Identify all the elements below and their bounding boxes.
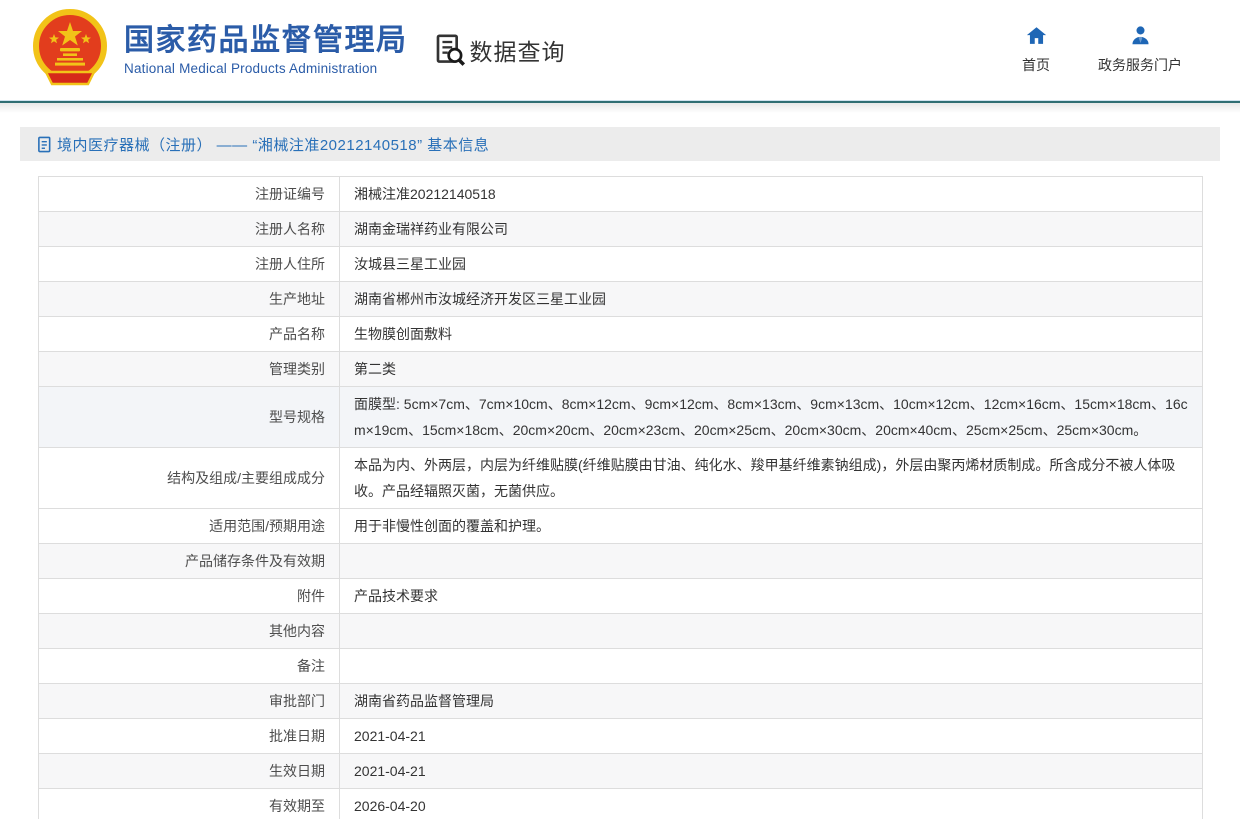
table-row: 生产地址 湖南省郴州市汝城经济开发区三星工业园 (38, 281, 1203, 317)
table-row: 产品储存条件及有效期 (38, 543, 1203, 579)
table-row: 附件 产品技术要求 (38, 578, 1203, 614)
field-label: 注册人名称 (38, 211, 340, 247)
field-value: 湖南省郴州市汝城经济开发区三星工业园 (339, 281, 1203, 317)
field-label: 其他内容 (38, 613, 340, 649)
site-title-block: 国家药品监督管理局 National Medical Products Admi… (124, 24, 408, 77)
table-row: 型号规格 面膜型: 5cm×7cm、7cm×10cm、8cm×12cm、9cm×1… (38, 386, 1203, 448)
field-value: 湖南金瑞祥药业有限公司 (339, 211, 1203, 247)
nav-service-portal-label: 政务服务门户 (1098, 57, 1182, 73)
table-row: 管理类别 第二类 (38, 351, 1203, 387)
document-search-icon (436, 34, 465, 66)
data-query-section[interactable]: 数据查询 (434, 33, 566, 67)
field-label: 结构及组成/主要组成成分 (38, 447, 340, 509)
table-row: 审批部门 湖南省药品监督管理局 (38, 683, 1203, 719)
field-label: 产品储存条件及有效期 (38, 543, 340, 579)
field-value: 2021-04-21 (339, 753, 1203, 789)
field-value: 湘械注准20212140518 (339, 176, 1203, 212)
field-value: 2026-04-20 (339, 788, 1203, 819)
site-header: 国家药品监督管理局 National Medical Products Admi… (0, 0, 1240, 100)
field-label: 备注 (38, 648, 340, 684)
table-row: 有效期至 2026-04-20 (38, 788, 1203, 819)
table-row: 适用范围/预期用途 用于非慢性创面的覆盖和护理。 (38, 508, 1203, 544)
nav-item-service-portal[interactable]: 政务服务门户 (1098, 25, 1182, 75)
field-value: 汝城县三星工业园 (339, 246, 1203, 282)
field-label: 管理类别 (38, 351, 340, 387)
nav-item-home[interactable]: 首页 (1022, 25, 1050, 75)
data-query-label: 数据查询 (469, 39, 566, 65)
table-row: 其他内容 (38, 613, 1203, 649)
table-row: 注册人住所 汝城县三星工业园 (38, 246, 1203, 282)
field-value: 本品为内、外两层，内层为纤维贴膜(纤维贴膜由甘油、纯化水、羧甲基纤维素钠组成)，… (339, 447, 1203, 509)
field-label: 适用范围/预期用途 (38, 508, 340, 544)
table-row: 备注 (38, 648, 1203, 684)
document-icon (38, 136, 51, 152)
field-label: 审批部门 (38, 683, 340, 719)
table-row: 注册人名称 湖南金瑞祥药业有限公司 (38, 211, 1203, 247)
field-value (339, 543, 1203, 579)
field-value: 湖南省药品监督管理局 (339, 683, 1203, 719)
field-label: 有效期至 (38, 788, 340, 819)
registration-info: 注册证编号 湘械注准20212140518 注册人名称 湖南金瑞祥药业有限公司 注册人住… (38, 176, 1203, 819)
field-label: 生效日期 (38, 753, 340, 789)
field-label: 生产地址 (38, 281, 340, 317)
field-label: 批准日期 (38, 718, 340, 754)
field-value (339, 613, 1203, 649)
home-icon (1026, 27, 1046, 44)
info-table-body: 注册证编号 湘械注准20212140518 注册人名称 湖南金瑞祥药业有限公司 注册人住… (38, 176, 1203, 819)
header-shadow (0, 103, 1240, 113)
national-emblem-icon (33, 9, 107, 86)
table-row: 批准日期 2021-04-21 (38, 718, 1203, 754)
site-title-en: National Medical Products Administration (124, 61, 378, 77)
table-row: 生效日期 2021-04-21 (38, 753, 1203, 789)
field-label: 注册证编号 (38, 176, 340, 212)
field-label: 附件 (38, 578, 340, 614)
field-label: 型号规格 (38, 386, 340, 448)
user-icon (1131, 26, 1149, 45)
field-value: 第二类 (339, 351, 1203, 387)
page-title-bar: 境内医疗器械（注册） —— “湘械注准20212140518” 基本信息 (20, 127, 1220, 161)
field-value: 面膜型: 5cm×7cm、7cm×10cm、8cm×12cm、9cm×12cm、… (339, 386, 1203, 448)
table-row: 产品名称 生物膜创面敷料 (38, 316, 1203, 352)
registration-info-table: 注册证编号 湘械注准20212140518 注册人名称 湖南金瑞祥药业有限公司 注册人住… (38, 176, 1203, 819)
field-value: 用于非慢性创面的覆盖和护理。 (339, 508, 1203, 544)
field-value (339, 648, 1203, 684)
field-value: 产品技术要求 (339, 578, 1203, 614)
nav-home-label: 首页 (1022, 57, 1050, 73)
field-label: 产品名称 (38, 316, 340, 352)
field-label: 注册人住所 (38, 246, 340, 282)
site-title-cn: 国家药品监督管理局 (124, 23, 408, 57)
field-value: 2021-04-21 (339, 718, 1203, 754)
table-row: 注册证编号 湘械注准20212140518 (38, 176, 1203, 212)
header-nav: 首页 政务服务门户 (1022, 25, 1182, 75)
table-row: 结构及组成/主要组成成分 本品为内、外两层，内层为纤维贴膜(纤维贴膜由甘油、纯化水… (38, 447, 1203, 509)
field-value: 生物膜创面敷料 (339, 316, 1203, 352)
page-title: 境内医疗器械（注册） —— “湘械注准20212140518” 基本信息 (57, 136, 490, 154)
nmpa-logo-link[interactable]: 国家药品监督管理局 National Medical Products Admi… (30, 8, 408, 92)
